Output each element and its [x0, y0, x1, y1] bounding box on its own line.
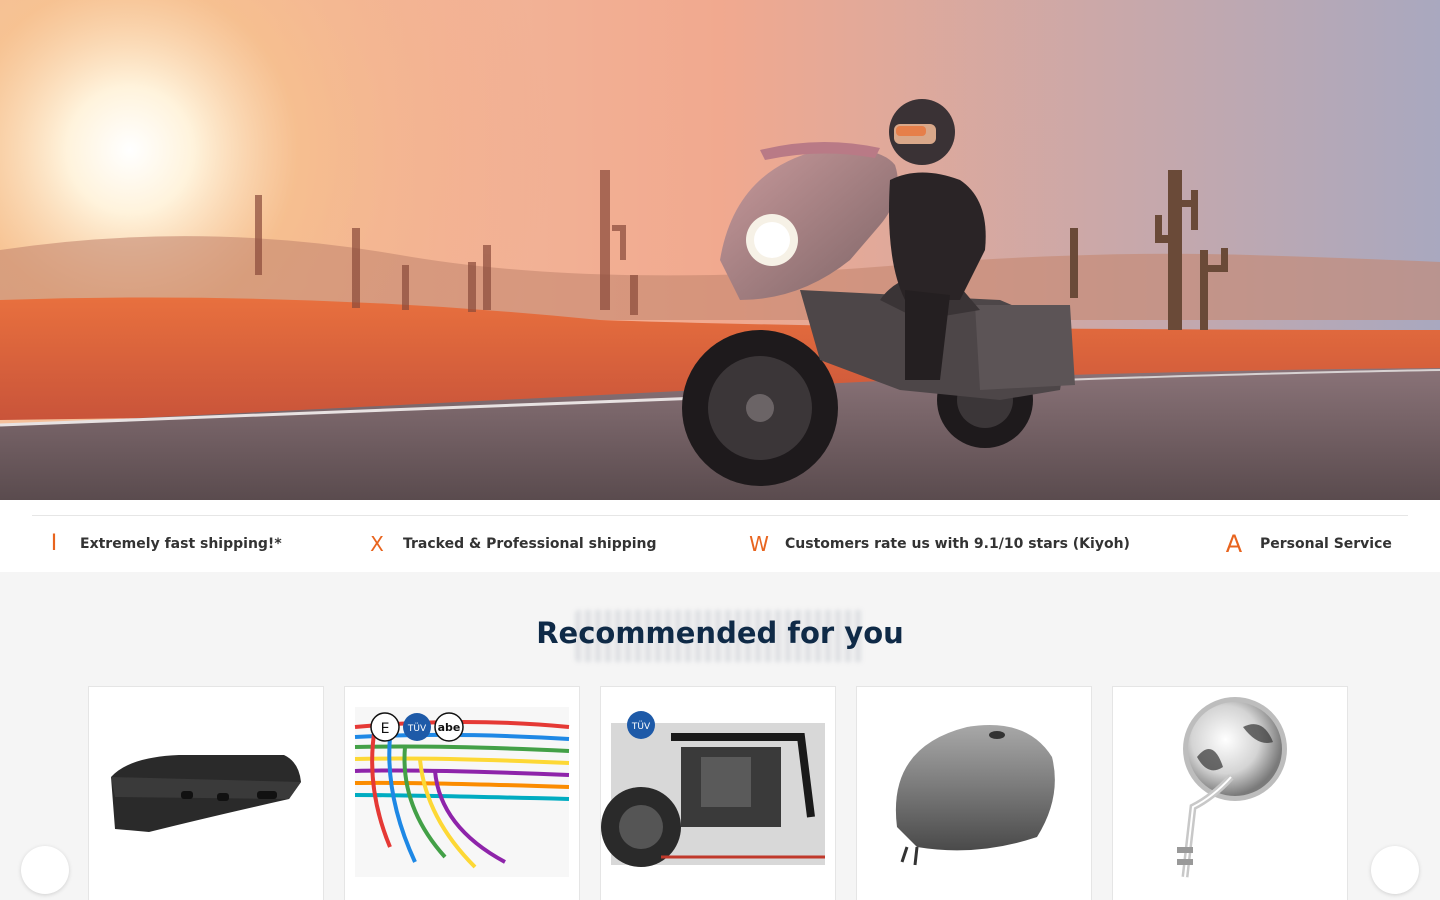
usp-label: Personal Service — [1260, 536, 1392, 552]
usp-label: Customers rate us with 9.1/10 stars (Kiy… — [785, 536, 1130, 552]
product-image[interactable] — [1113, 687, 1349, 900]
usp-label: Tracked & Professional shipping — [403, 536, 657, 552]
product-card[interactable]: E TÜV abe — [344, 686, 580, 900]
product-card[interactable]: TÜV — [600, 686, 836, 900]
product-image[interactable]: TÜV — [601, 687, 837, 900]
usp-bar: I Extremely fast shipping!* X Tracked & … — [0, 500, 1440, 572]
usp-fast-shipping: I Extremely fast shipping!* — [42, 528, 282, 560]
carousel-prev-button[interactable] — [21, 846, 69, 894]
badge-tuv: TÜV — [631, 721, 651, 732]
lightning-icon: I — [50, 531, 58, 556]
usp-personal-service: A Personal Service — [1222, 528, 1392, 560]
product-card[interactable] — [856, 686, 1092, 900]
product-card[interactable] — [1112, 686, 1348, 900]
badge-tuv: TÜV — [407, 723, 427, 734]
recommended-section-header: Recommended for you — [0, 600, 1440, 670]
usp-divider — [32, 515, 1408, 516]
usp-tracked-shipping: X Tracked & Professional shipping — [365, 528, 657, 560]
hero-banner[interactable] — [0, 0, 1440, 500]
product-card[interactable] — [88, 686, 324, 900]
carousel-next-button[interactable] — [1371, 846, 1419, 894]
badge-e: E — [381, 721, 390, 737]
usp-rating: W Customers rate us with 9.1/10 stars (K… — [747, 528, 1130, 560]
section-title: Recommended for you — [536, 616, 904, 650]
usp-label: Extremely fast shipping!* — [80, 536, 282, 552]
product-image[interactable] — [89, 687, 325, 900]
hero-image — [0, 0, 1440, 500]
product-image[interactable] — [857, 687, 1093, 900]
badge-abe: abe — [438, 721, 461, 734]
person-icon: A — [1225, 530, 1243, 558]
truck-icon: X — [370, 532, 384, 556]
product-image[interactable]: E TÜV abe — [345, 687, 581, 900]
star-icon: W — [749, 532, 769, 556]
